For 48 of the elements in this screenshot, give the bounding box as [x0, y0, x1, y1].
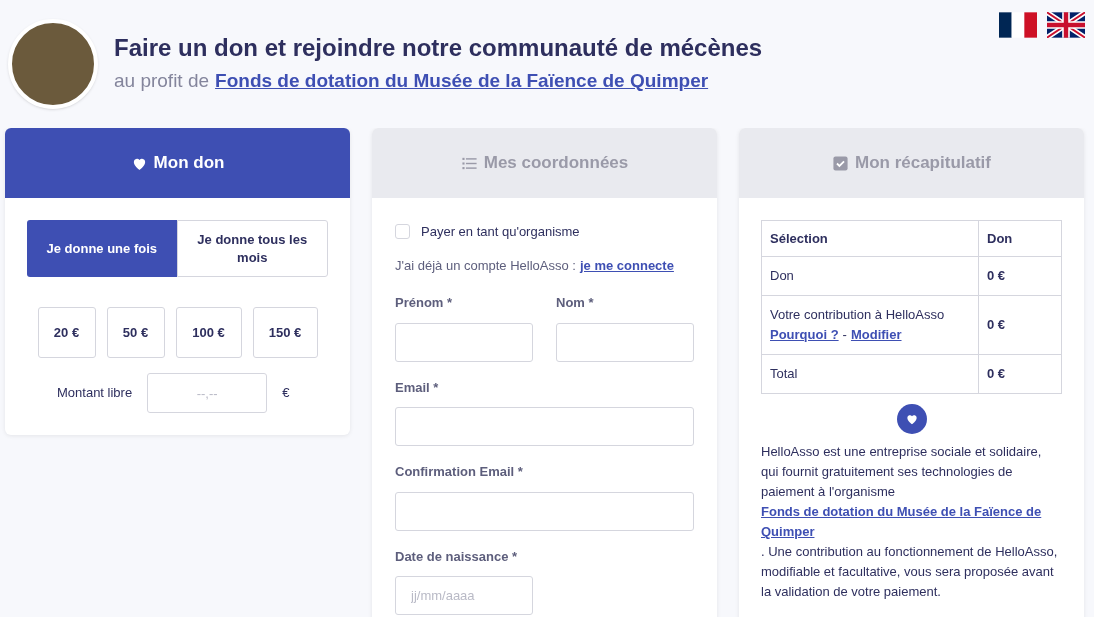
field-label: Nom *	[556, 294, 595, 312]
info-text: . Une contribution au fonctionnement de HelloAsso, modifiable et facultative, vous sera proposée avant la validation de votre paiement.	[761, 543, 1059, 601]
contribution-link[interactable]: Modifier	[850, 325, 902, 345]
date-input[interactable]: jj/mm/aaaa	[395, 576, 533, 615]
frequency-option[interactable]: Je donne une fois	[27, 220, 177, 277]
column-header: Sélection	[761, 220, 979, 257]
french-flag-icon[interactable]	[999, 12, 1037, 38]
amount-option[interactable]: 100 €	[175, 307, 242, 358]
table-cell: Total	[761, 354, 979, 394]
column-header: Don	[978, 220, 1062, 257]
field-label: Email *	[395, 378, 440, 397]
field-label: Montant libre	[57, 384, 133, 403]
step-header[interactable]: Mon don	[5, 128, 350, 198]
amount-option[interactable]: 50 €	[106, 307, 165, 358]
heart-badge-icon	[896, 404, 927, 434]
step-title: Mon don	[153, 152, 225, 175]
contribution-link[interactable]: Pourquoi ?	[770, 325, 839, 345]
step-title: Mon récapitulatif	[855, 152, 991, 175]
amount-cell: 0 €	[978, 354, 1062, 394]
checkbox-icon	[832, 154, 849, 172]
currency-symbol: €	[282, 384, 290, 403]
amount-option[interactable]: 20 €	[37, 307, 96, 358]
step-title: Mes coordonnées	[483, 152, 629, 175]
amount-cell: 0 €	[978, 256, 1062, 296]
checkbox-label: Payer en tant qu'organisme	[421, 223, 580, 241]
amount-option[interactable]: 150 €	[252, 307, 318, 358]
info-text: HelloAsso est une entreprise sociale et solidaire, qui fournit gratuitement ses technologies de paiement à l'organisme	[761, 443, 1043, 501]
text-input[interactable]	[395, 407, 694, 446]
amount-input[interactable]: --,--	[147, 373, 268, 413]
account-prompt-text: J'ai déjà un compte HelloAsso :	[395, 256, 576, 275]
amount-cell: 0 €	[978, 295, 1062, 355]
organization-link[interactable]: Fonds de dotation du Musée de la Faïence de Quimper	[215, 66, 709, 96]
frequency-option[interactable]: Je donne tous les mois	[176, 220, 328, 277]
text-input[interactable]	[556, 322, 694, 362]
british-flag-icon[interactable]	[1047, 12, 1085, 38]
separator-text: -	[842, 326, 847, 344]
contribution-label: Votre contribution à HelloAsso	[770, 306, 946, 324]
field-label: Date de naissance *	[395, 547, 519, 566]
organization-link[interactable]: Fonds de dotation du Musée de la Faïence de Quimper	[761, 502, 1062, 542]
field-label: Confirmation Email *	[395, 463, 524, 481]
subtitle-text: au profit de	[114, 68, 210, 93]
field-label: Prénom *	[395, 294, 454, 312]
page-title: Faire un don et rejoindre notre communauté de mécènes	[114, 32, 763, 63]
text-input[interactable]	[395, 491, 694, 531]
text-input[interactable]	[395, 322, 533, 362]
checkbox[interactable]	[395, 224, 410, 240]
table-cell: Don	[761, 256, 979, 296]
login-link[interactable]: je me connecte	[579, 255, 674, 275]
